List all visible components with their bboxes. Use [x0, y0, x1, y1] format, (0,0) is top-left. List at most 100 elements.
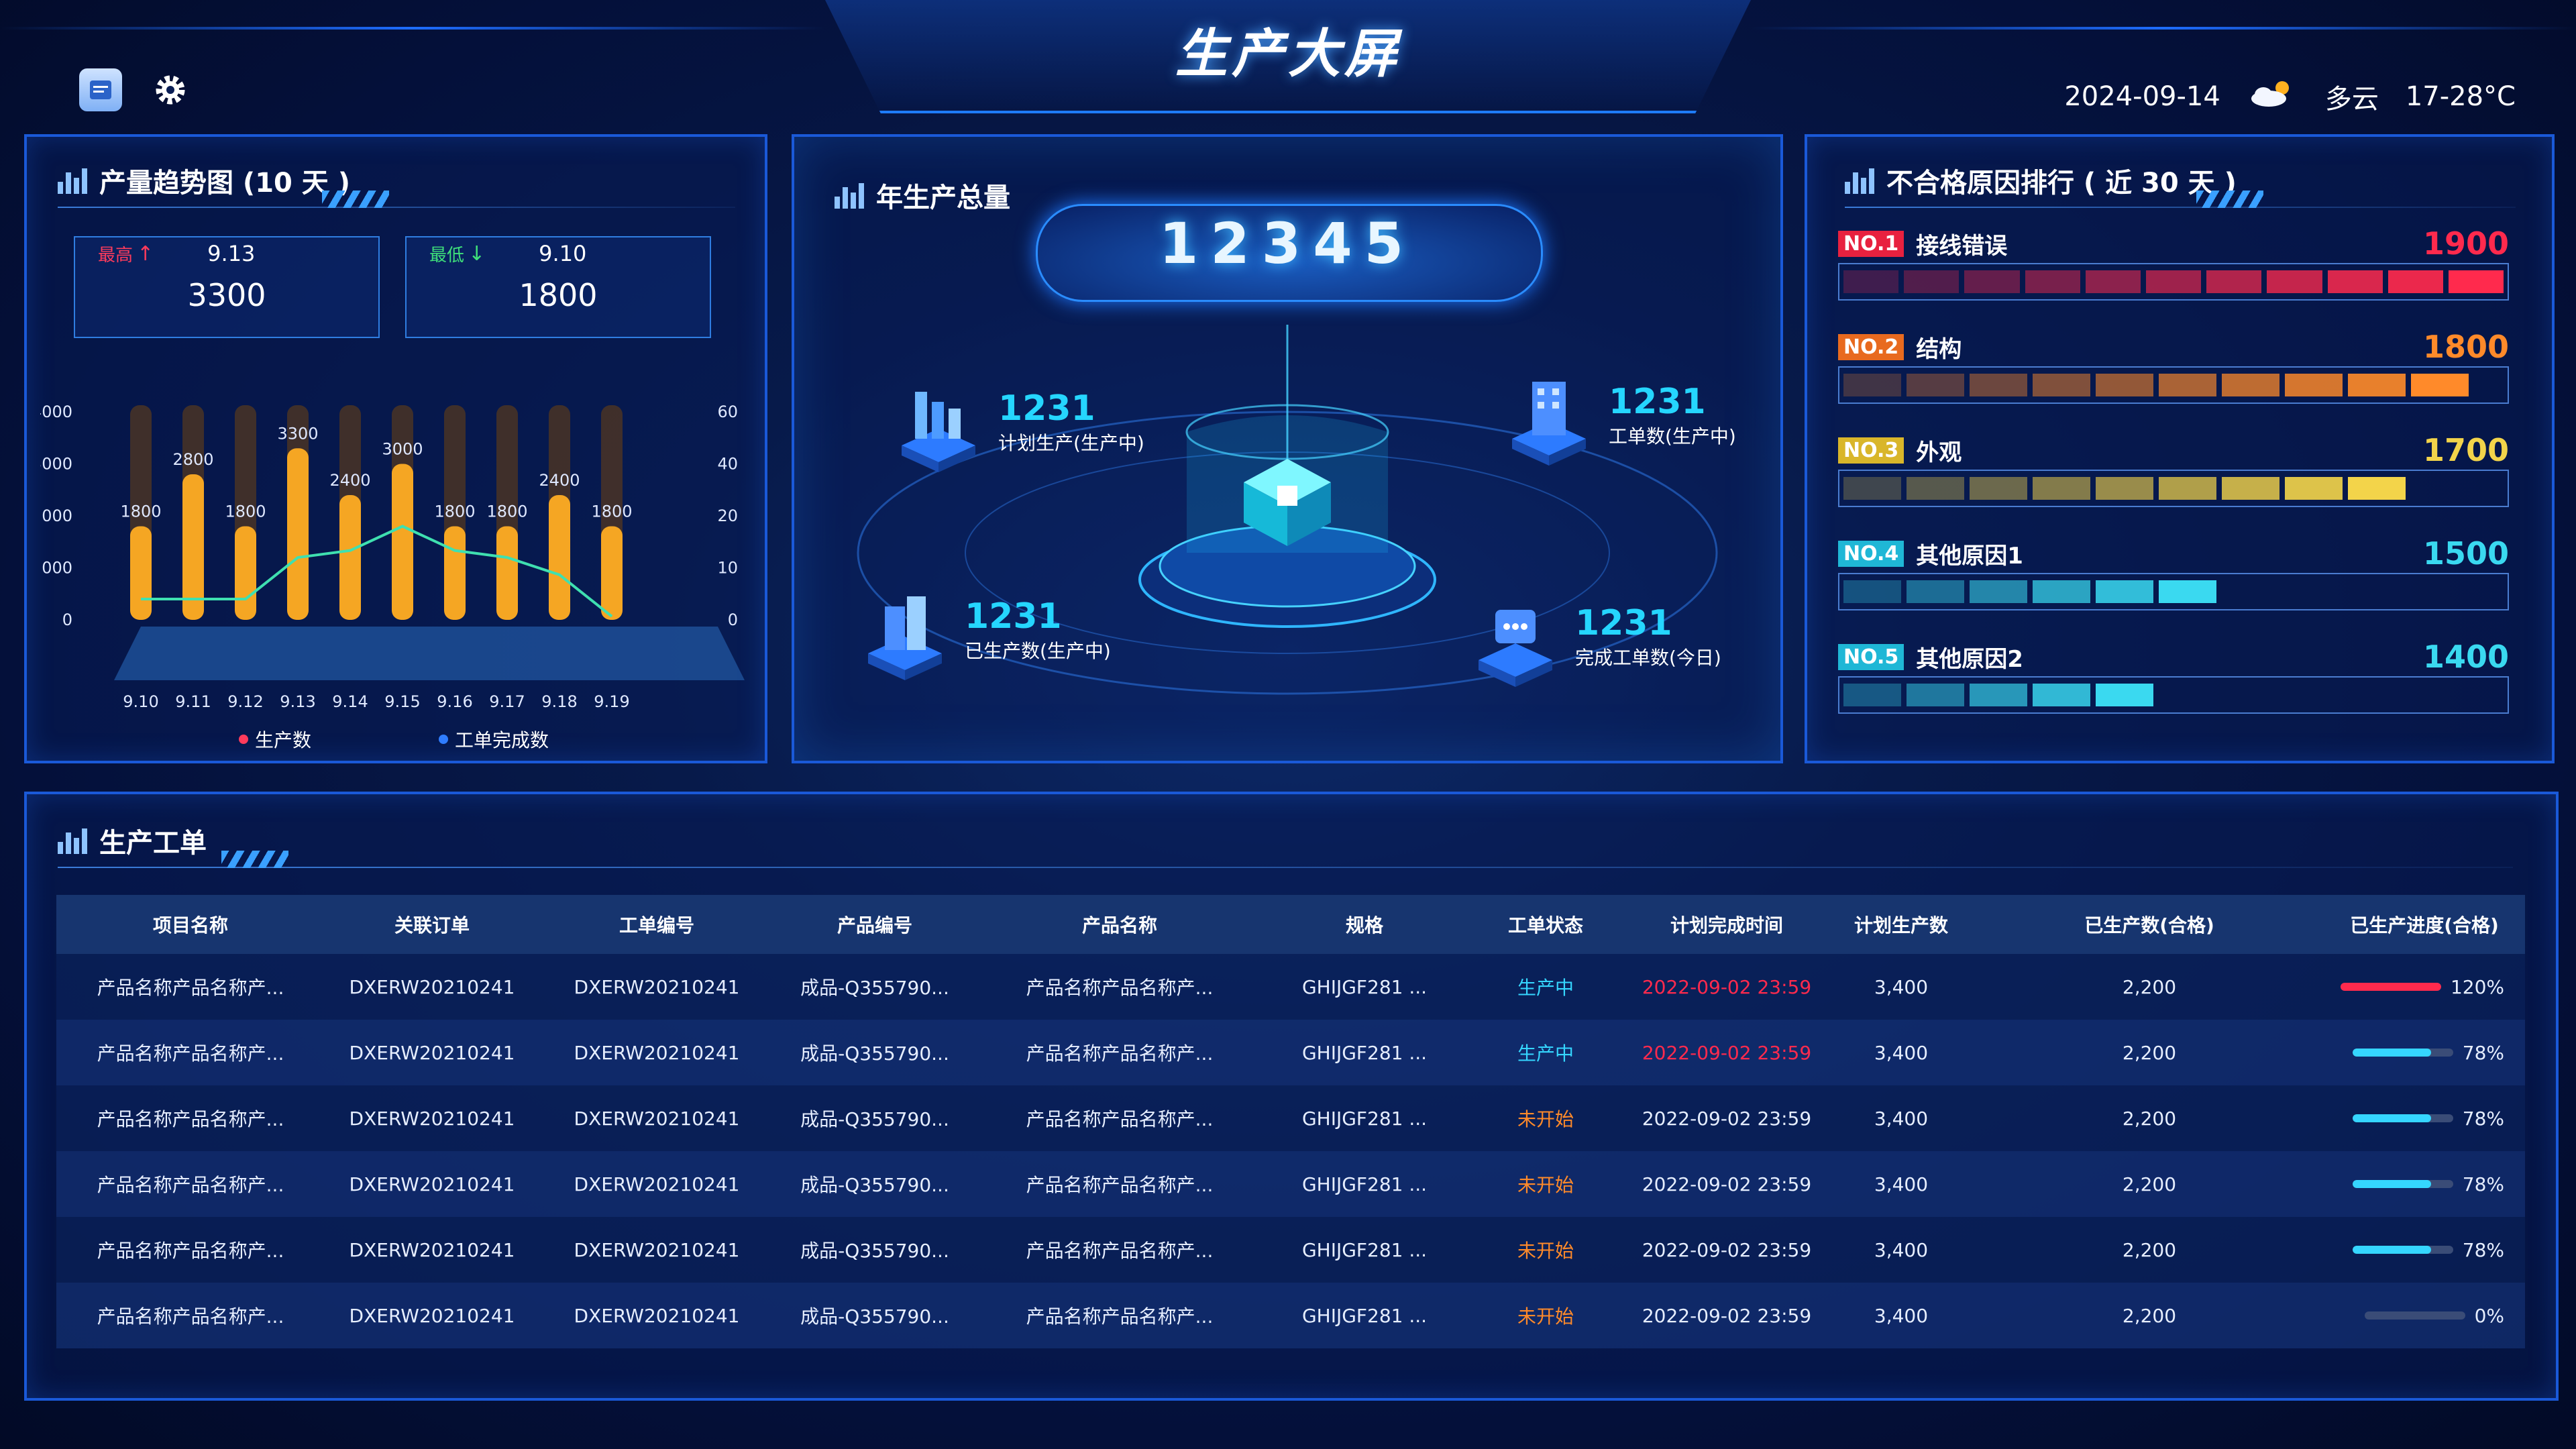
chat-icon: [1479, 610, 1552, 687]
legend-label: 工单完成数: [455, 729, 549, 751]
kpi-block: 1231 工单数(生产中): [1609, 382, 1736, 449]
bar-value-label: 2800: [172, 450, 213, 469]
cell-status: 未开始: [1465, 1085, 1626, 1151]
progress-bar: 78%: [2324, 1173, 2524, 1195]
rank-bar-segment: [1907, 580, 1964, 603]
kpi-value: 1231: [1575, 603, 1672, 643]
low-stat: 最低 ↓ 9.10 1800: [405, 236, 711, 338]
rank-bar-segment: [2348, 477, 2406, 500]
cell-due: 2022-09-02 23:59: [1626, 1020, 1827, 1085]
column-header[interactable]: 规格: [1264, 895, 1465, 954]
rank-item: NO.1 接线错误 1900: [1838, 224, 2509, 301]
progress-fill: [2352, 1180, 2431, 1188]
rank-item: NO.4 其他原因1 1500: [1838, 534, 2509, 610]
rank-bar-segment: [2096, 580, 2153, 603]
progress-bar: 78%: [2324, 1042, 2524, 1064]
kpi-value: 1231: [965, 596, 1062, 637]
bar-value-label: 1800: [120, 502, 161, 521]
table-header-row: 项目名称 关联订单 工单编号 产品编号 产品名称 规格 工单状态 计划完成时间 计划生产数 已生产…: [56, 895, 2525, 954]
bar: [601, 526, 623, 620]
cell-order: DXERW20210241: [325, 1020, 539, 1085]
column-header[interactable]: 工单编号: [539, 895, 774, 954]
ranking-list: NO.1 接线错误 1900 NO.2 结构 1800 NO.3 外观 1700 NO.4 其他原因…: [1838, 224, 2509, 741]
cell-order: DXERW20210241: [325, 954, 539, 1020]
rank-badge: NO.2: [1838, 333, 1904, 360]
column-header[interactable]: 产品名称: [975, 895, 1264, 954]
cell-order: DXERW20210241: [325, 1085, 539, 1151]
cell-plan: 3,400: [1827, 954, 1975, 1020]
table-row[interactable]: 产品名称产品名称产... DXERW20210241 DXERW20210241 成品…: [56, 1217, 2525, 1283]
window-icon[interactable]: [79, 68, 122, 111]
column-header[interactable]: 计划生产数: [1827, 895, 1975, 954]
cell-wo: DXERW20210241: [539, 1283, 774, 1348]
column-header[interactable]: 关联订单: [325, 895, 539, 954]
cell-due: 2022-09-02 23:59: [1626, 954, 1827, 1020]
column-header[interactable]: 计划完成时间: [1626, 895, 1827, 954]
cell-pname: 产品名称产品名称产...: [975, 1217, 1264, 1283]
table-row[interactable]: 产品名称产品名称产... DXERW20210241 DXERW20210241 成品…: [56, 1151, 2525, 1217]
cell-spec: GHIJGF281 ...: [1264, 1020, 1465, 1085]
rank-bar-segment: [1907, 374, 1964, 396]
cell-project: 产品名称产品名称产...: [56, 1020, 325, 1085]
ranking-title-line: [1845, 207, 2516, 208]
legend-dot: [239, 735, 248, 744]
rank-bar-segment: [2387, 270, 2443, 293]
ranking-title: 不合格原因排行 ( 近 30 天 ): [1886, 168, 2237, 199]
column-header[interactable]: 产品编号: [774, 895, 975, 954]
rank-bar-segment: [2096, 684, 2153, 706]
rank-bar-segment: [1964, 270, 2020, 293]
rank-bar-segment: [2206, 270, 2262, 293]
rank-bar-segment: [1907, 477, 1964, 500]
rank-item-head: NO.3 外观 1700: [1838, 431, 2509, 470]
cell-wo: DXERW20210241: [539, 1151, 774, 1217]
column-header[interactable]: 已生产数(合格): [1975, 895, 2324, 954]
gear-icon[interactable]: [149, 68, 192, 111]
rank-value: 1400: [2422, 639, 2509, 675]
cell-pcode: 成品-Q355790...: [774, 1151, 975, 1217]
bar-value-label: 3300: [277, 424, 318, 443]
bar-value-label: 1800: [225, 502, 266, 521]
bar: [444, 526, 466, 620]
cell-status: 生产中: [1465, 1020, 1626, 1085]
cell-status: 未开始: [1465, 1151, 1626, 1217]
high-label: 最高: [98, 245, 133, 266]
progress-text: 78%: [2462, 1107, 2504, 1130]
kpi-block: 1231 计划生产(生产中): [998, 388, 1144, 455]
rank-item: NO.2 结构 1800: [1838, 327, 2509, 404]
cell-pcode: 成品-Q355790...: [774, 1020, 975, 1085]
column-header[interactable]: 项目名称: [56, 895, 325, 954]
kpi-value: 1231: [998, 388, 1095, 429]
total-panel: 年生产总量 12345 1231 计划生产(生产中) 1231 工单数(生产中): [792, 134, 1783, 763]
orders-title-row: 生产工单: [58, 821, 207, 860]
y-tick-label: 1000: [40, 559, 72, 578]
x-tick-label: 9.11: [175, 692, 211, 711]
trend-chart: 4000 3000 2000 1000 0 60 40 20 10 0 1800 2800 1800…: [40, 402, 745, 711]
table-row[interactable]: 产品名称产品名称产... DXERW20210241 DXERW20210241 成品…: [56, 1283, 2525, 1348]
high-stat-head: 最高 ↑ 9.13: [75, 237, 378, 270]
rank-bar-segment: [2085, 270, 2141, 293]
rank-bar-segment: [2025, 270, 2080, 293]
rank-bar-segment: [2327, 270, 2383, 293]
high-stat: 最高 ↑ 9.13 3300: [74, 236, 380, 338]
cell-plan: 3,400: [1827, 1020, 1975, 1085]
cell-wo: DXERW20210241: [539, 954, 774, 1020]
cell-pcode: 成品-Q355790...: [774, 1283, 975, 1348]
cell-due: 2022-09-02 23:59: [1626, 1085, 1827, 1151]
column-header[interactable]: 工单状态: [1465, 895, 1626, 954]
cell-spec: GHIJGF281 ...: [1264, 1151, 1465, 1217]
cell-project: 产品名称产品名称产...: [56, 1085, 325, 1151]
progress-text: 78%: [2462, 1041, 2504, 1064]
column-header[interactable]: 已生产进度(合格): [2324, 895, 2525, 954]
temperature-text: 17-28°C: [2405, 81, 2516, 112]
bar: [130, 526, 152, 620]
table-row[interactable]: 产品名称产品名称产... DXERW20210241 DXERW20210241 成品…: [56, 954, 2525, 1020]
progress-fill: [2340, 983, 2441, 991]
rank-bar-segment: [1970, 477, 2027, 500]
rank-bar-segment: [2033, 477, 2090, 500]
kpi-completed: 1231 完成工单数(今日): [1472, 586, 1721, 687]
building-icon: [1512, 382, 1586, 466]
table-row[interactable]: 产品名称产品名称产... DXERW20210241 DXERW20210241 成品…: [56, 1020, 2525, 1085]
table-row[interactable]: 产品名称产品名称产... DXERW20210241 DXERW20210241 成品…: [56, 1085, 2525, 1151]
factory-icon: [902, 392, 975, 472]
progress-text: 0%: [2474, 1304, 2504, 1327]
